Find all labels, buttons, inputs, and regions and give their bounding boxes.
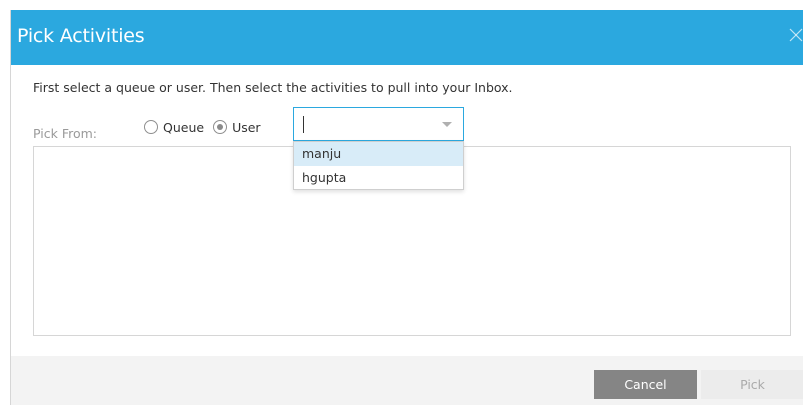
pick-activities-dialog: Pick Activities First select a queue or … [10, 10, 803, 405]
text-cursor [303, 116, 304, 133]
queue-radio-label[interactable]: Queue [163, 120, 204, 135]
user-select-input[interactable] [300, 115, 440, 133]
cancel-button[interactable]: Cancel [594, 370, 697, 399]
dropdown-option-manju[interactable]: manju [294, 142, 463, 166]
dialog-footer: Cancel Pick [11, 356, 803, 405]
queue-radio[interactable] [144, 120, 158, 134]
user-dropdown: manju hgupta [293, 141, 464, 190]
pick-button[interactable]: Pick [701, 370, 803, 399]
close-icon[interactable] [789, 27, 803, 43]
instruction-text: First select a queue or user. Then selec… [33, 80, 513, 95]
chevron-down-icon[interactable] [442, 122, 452, 127]
user-radio[interactable] [213, 120, 228, 134]
pick-from-label: Pick From: [33, 126, 98, 141]
dropdown-option-hgupta[interactable]: hgupta [294, 166, 463, 190]
user-radio-label[interactable]: User [232, 120, 261, 135]
user-select[interactable] [293, 107, 464, 141]
pick-from-radio-group: Queue User [144, 117, 261, 137]
dialog-header: Pick Activities [11, 10, 803, 65]
dialog-title: Pick Activities [17, 25, 145, 47]
